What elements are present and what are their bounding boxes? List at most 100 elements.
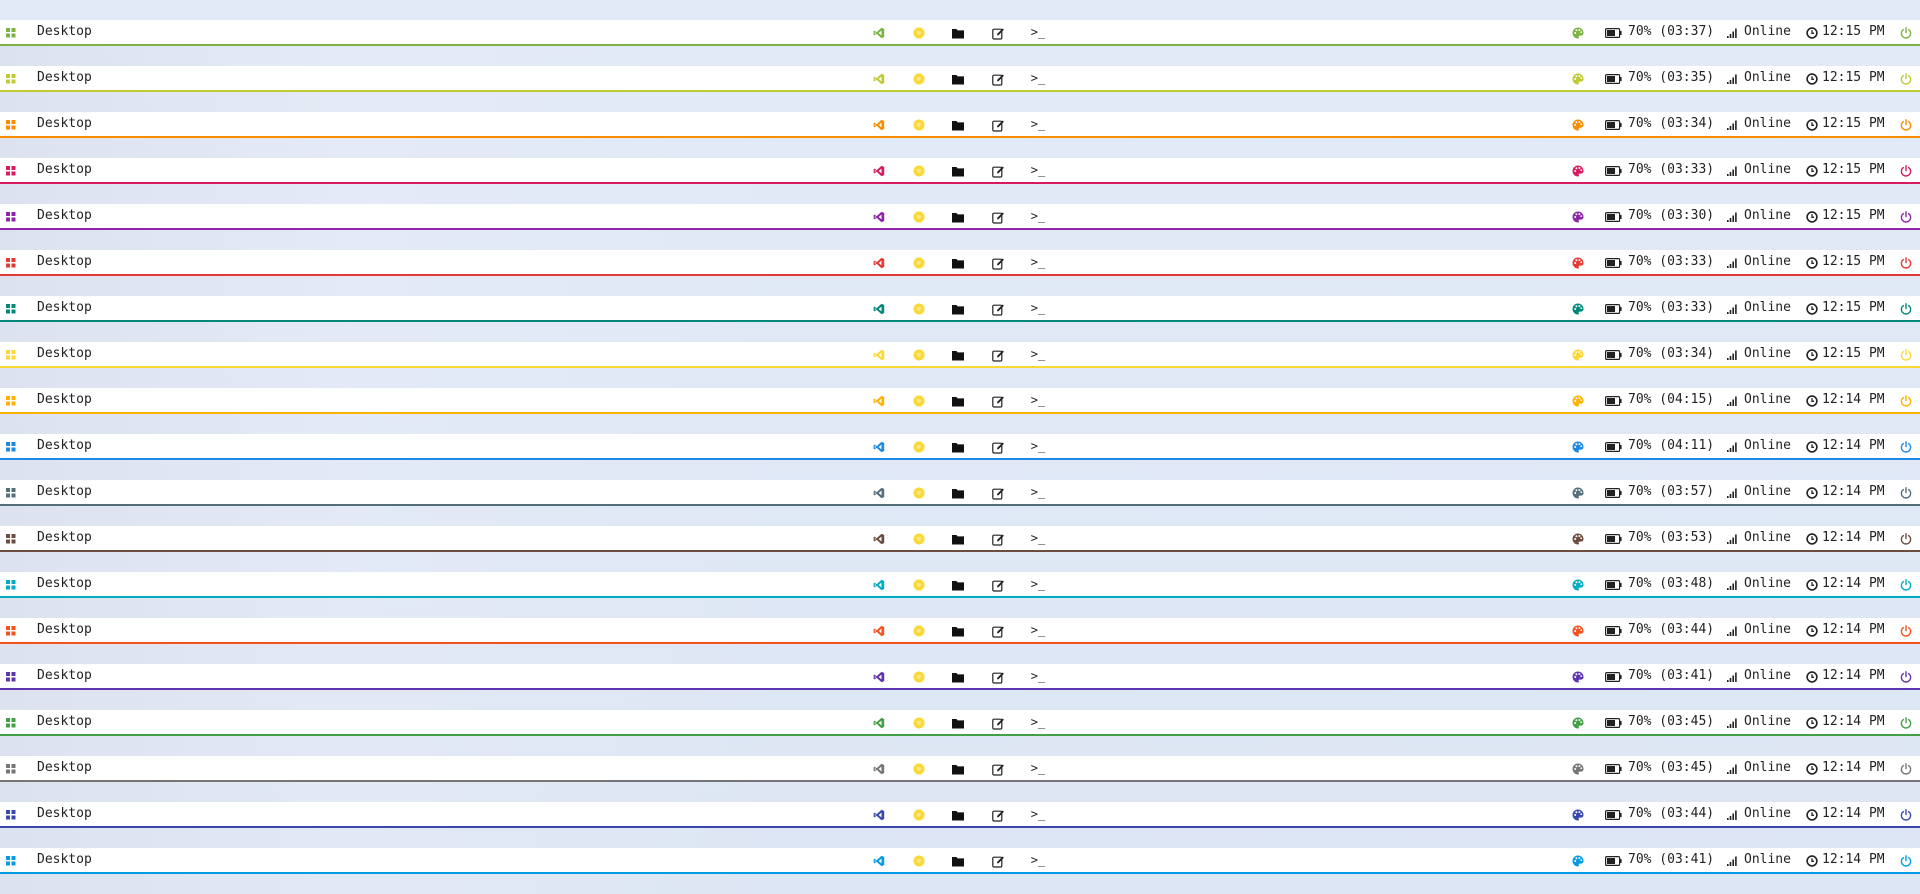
battery-status[interactable]: 70% (04:15): [1628, 388, 1714, 412]
terminal-icon[interactable]: >_: [1030, 392, 1046, 408]
vscode-icon[interactable]: [871, 393, 887, 409]
start-menu-icon[interactable]: [3, 485, 19, 501]
power-icon[interactable]: [1898, 347, 1914, 363]
battery-status[interactable]: 70% (04:11): [1628, 434, 1714, 458]
network-status[interactable]: Online: [1744, 756, 1791, 780]
battery-status[interactable]: 70% (03:57): [1628, 480, 1714, 504]
battery-status[interactable]: 70% (03:44): [1628, 802, 1714, 826]
palette-icon[interactable]: [1570, 117, 1586, 133]
battery-status[interactable]: 70% (03:53): [1628, 526, 1714, 550]
vscode-icon[interactable]: [871, 669, 887, 685]
text-editor-icon[interactable]: [990, 347, 1006, 363]
clock-time[interactable]: 12:14 PM: [1822, 756, 1885, 780]
web-browser-icon[interactable]: [911, 761, 927, 777]
web-browser-icon[interactable]: [911, 163, 927, 179]
web-browser-icon[interactable]: [911, 531, 927, 547]
vscode-icon[interactable]: [871, 25, 887, 41]
text-editor-icon[interactable]: [990, 209, 1006, 225]
start-menu-icon[interactable]: [3, 255, 19, 271]
start-menu-icon[interactable]: [3, 117, 19, 133]
desktop-label[interactable]: Desktop: [37, 664, 92, 688]
palette-icon[interactable]: [1570, 485, 1586, 501]
web-browser-icon[interactable]: [911, 439, 927, 455]
desktop-label[interactable]: Desktop: [37, 66, 92, 90]
web-browser-icon[interactable]: [911, 71, 927, 87]
vscode-icon[interactable]: [871, 439, 887, 455]
terminal-icon[interactable]: >_: [1030, 300, 1046, 316]
terminal-icon[interactable]: >_: [1030, 806, 1046, 822]
terminal-icon[interactable]: >_: [1030, 162, 1046, 178]
terminal-icon[interactable]: >_: [1030, 24, 1046, 40]
palette-icon[interactable]: [1570, 209, 1586, 225]
power-icon[interactable]: [1898, 485, 1914, 501]
text-editor-icon[interactable]: [990, 669, 1006, 685]
clock-time[interactable]: 12:14 PM: [1822, 480, 1885, 504]
text-editor-icon[interactable]: [990, 301, 1006, 317]
palette-icon[interactable]: [1570, 715, 1586, 731]
text-editor-icon[interactable]: [990, 577, 1006, 593]
clock-time[interactable]: 12:14 PM: [1822, 526, 1885, 550]
power-icon[interactable]: [1898, 807, 1914, 823]
terminal-icon[interactable]: >_: [1030, 116, 1046, 132]
desktop-label[interactable]: Desktop: [37, 618, 92, 642]
desktop-label[interactable]: Desktop: [37, 572, 92, 596]
text-editor-icon[interactable]: [990, 393, 1006, 409]
desktop-label[interactable]: Desktop: [37, 848, 92, 872]
terminal-icon[interactable]: >_: [1030, 576, 1046, 592]
text-editor-icon[interactable]: [990, 71, 1006, 87]
vscode-icon[interactable]: [871, 163, 887, 179]
terminal-icon[interactable]: >_: [1030, 254, 1046, 270]
folder-icon[interactable]: [950, 761, 966, 777]
network-status[interactable]: Online: [1744, 204, 1791, 228]
terminal-icon[interactable]: >_: [1030, 714, 1046, 730]
clock-time[interactable]: 12:14 PM: [1822, 802, 1885, 826]
start-menu-icon[interactable]: [3, 301, 19, 317]
desktop-label[interactable]: Desktop: [37, 342, 92, 366]
network-status[interactable]: Online: [1744, 342, 1791, 366]
clock-time[interactable]: 12:15 PM: [1822, 296, 1885, 320]
vscode-icon[interactable]: [871, 301, 887, 317]
folder-icon[interactable]: [950, 117, 966, 133]
folder-icon[interactable]: [950, 439, 966, 455]
network-status[interactable]: Online: [1744, 388, 1791, 412]
start-menu-icon[interactable]: [3, 577, 19, 593]
palette-icon[interactable]: [1570, 393, 1586, 409]
web-browser-icon[interactable]: [911, 209, 927, 225]
start-menu-icon[interactable]: [3, 347, 19, 363]
folder-icon[interactable]: [950, 623, 966, 639]
desktop-label[interactable]: Desktop: [37, 756, 92, 780]
web-browser-icon[interactable]: [911, 25, 927, 41]
battery-status[interactable]: 70% (03:41): [1628, 664, 1714, 688]
clock-time[interactable]: 12:15 PM: [1822, 112, 1885, 136]
clock-time[interactable]: 12:14 PM: [1822, 848, 1885, 872]
folder-icon[interactable]: [950, 163, 966, 179]
start-menu-icon[interactable]: [3, 439, 19, 455]
vscode-icon[interactable]: [871, 255, 887, 271]
palette-icon[interactable]: [1570, 669, 1586, 685]
folder-icon[interactable]: [950, 25, 966, 41]
power-icon[interactable]: [1898, 117, 1914, 133]
battery-status[interactable]: 70% (03:33): [1628, 296, 1714, 320]
power-icon[interactable]: [1898, 393, 1914, 409]
clock-time[interactable]: 12:15 PM: [1822, 158, 1885, 182]
desktop-label[interactable]: Desktop: [37, 20, 92, 44]
terminal-icon[interactable]: >_: [1030, 70, 1046, 86]
network-status[interactable]: Online: [1744, 848, 1791, 872]
text-editor-icon[interactable]: [990, 761, 1006, 777]
palette-icon[interactable]: [1570, 347, 1586, 363]
network-status[interactable]: Online: [1744, 66, 1791, 90]
clock-time[interactable]: 12:15 PM: [1822, 204, 1885, 228]
folder-icon[interactable]: [950, 577, 966, 593]
vscode-icon[interactable]: [871, 577, 887, 593]
folder-icon[interactable]: [950, 301, 966, 317]
battery-status[interactable]: 70% (03:48): [1628, 572, 1714, 596]
palette-icon[interactable]: [1570, 761, 1586, 777]
clock-time[interactable]: 12:14 PM: [1822, 572, 1885, 596]
terminal-icon[interactable]: >_: [1030, 208, 1046, 224]
vscode-icon[interactable]: [871, 807, 887, 823]
battery-status[interactable]: 70% (03:33): [1628, 158, 1714, 182]
vscode-icon[interactable]: [871, 117, 887, 133]
network-status[interactable]: Online: [1744, 434, 1791, 458]
folder-icon[interactable]: [950, 531, 966, 547]
vscode-icon[interactable]: [871, 531, 887, 547]
